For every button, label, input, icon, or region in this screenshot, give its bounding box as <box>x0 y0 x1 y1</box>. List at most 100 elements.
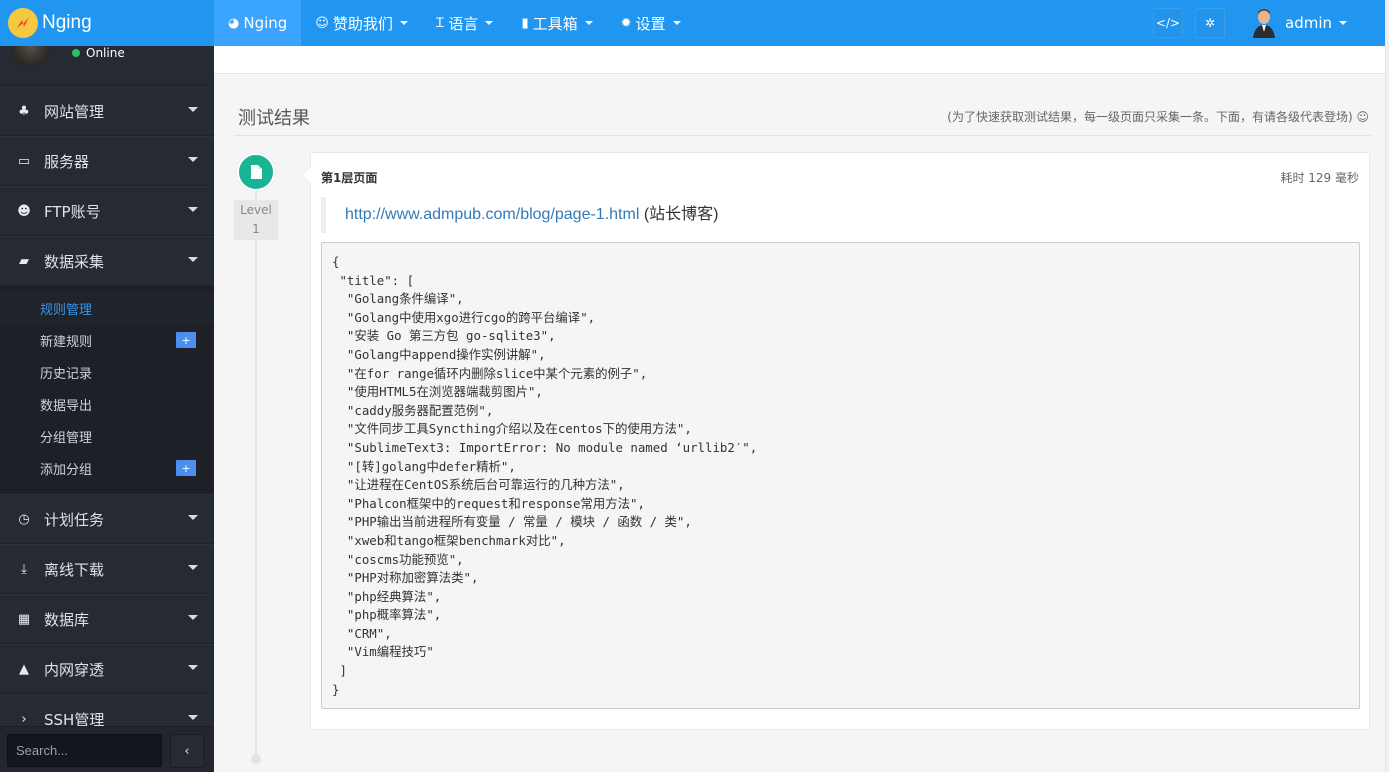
terminal-icon: › <box>21 711 27 727</box>
elapsed-time: 耗时 129 毫秒 <box>1280 171 1359 185</box>
caret-down-icon <box>399 21 408 25</box>
main-content: 测试结果 (为了快速获取测试结果，每一级页面只采集一条。下面，有请各级代表登场)… <box>214 46 1385 772</box>
road-icon: ▲ <box>19 661 29 677</box>
nav-label: 赞助我们 <box>332 14 393 33</box>
nav-label: 工具箱 <box>532 14 578 33</box>
source-url-quote: http://www.admpub.com/blog/page-1.html (… <box>321 197 719 233</box>
submenu-item-rules[interactable]: 规则管理 <box>0 292 214 324</box>
source-url-suffix: (站长博客) <box>643 206 719 223</box>
clock-icon: ◷ <box>18 511 30 527</box>
sidebar-item-collector[interactable]: ▰ 数据采集 <box>0 236 214 286</box>
caret-down-icon <box>188 715 198 720</box>
nav-item-settings[interactable]: ✹ 设置 <box>607 0 695 46</box>
submenu-label: 数据导出 <box>40 398 93 414</box>
submenu-item-history[interactable]: 历史记录 <box>0 356 214 388</box>
level-number: 1 <box>252 222 260 236</box>
table-icon: ▦ <box>17 611 31 627</box>
caret-down-icon <box>188 207 198 212</box>
debug-button[interactable]: ✲ <box>1195 8 1225 38</box>
sidebar-item-website[interactable]: ♣ 网站管理 <box>0 86 214 136</box>
caret-down-icon <box>485 21 494 25</box>
caret-down-icon <box>188 515 198 520</box>
source-url-link[interactable]: http://www.admpub.com/blog/page-1.html <box>345 206 639 223</box>
timeline-end-dot <box>251 754 261 764</box>
caret-down-icon <box>584 21 593 25</box>
nav-item-nging[interactable]: ◕ Nging <box>214 0 302 46</box>
user-name: admin <box>1285 14 1332 32</box>
nav-item-sponsor[interactable]: ☺ 赞助我们 <box>301 0 422 46</box>
sidebar-item-database[interactable]: ▦ 数据库 <box>0 594 214 644</box>
breadcrumb <box>214 46 1385 74</box>
nav-right: </> ✲ admin <box>1153 0 1385 46</box>
brand-name: Nging <box>42 12 92 33</box>
result-json: { "title": [ "Golang条件编译", "Golang中使用xgo… <box>321 242 1360 709</box>
menu-label: 数据库 <box>44 610 90 629</box>
menu-label: 离线下载 <box>44 560 105 579</box>
avatar <box>12 46 50 66</box>
caret-down-icon <box>188 665 198 670</box>
sidebar-search: Search... ‹ <box>0 726 214 772</box>
caret-down-icon <box>1339 21 1347 25</box>
add-group-button[interactable]: + <box>176 460 196 476</box>
search-input[interactable]: Search... <box>7 734 162 767</box>
suitcase-icon: ▮ <box>521 15 529 31</box>
brand[interactable]: Nging <box>0 0 214 46</box>
chevron-left-icon: ‹ <box>184 743 190 759</box>
submenu-label: 历史记录 <box>40 366 93 382</box>
submenu-item-groups[interactable]: 分组管理 <box>0 420 214 452</box>
user-menu[interactable]: admin <box>1251 8 1347 38</box>
status-text: Online <box>86 46 125 60</box>
nav-label: Nging <box>243 14 288 32</box>
file-icon <box>237 153 275 191</box>
sidebar-item-cron[interactable]: ◷ 计划任务 <box>0 494 214 544</box>
download-icon: ⤓ <box>21 561 27 577</box>
collapse-sidebar-button[interactable]: ‹ <box>170 734 204 768</box>
caret-down-icon <box>188 157 198 162</box>
section-note: (为了快速获取测试结果，每一级页面只采集一条。下面，有请各级代表登场) ☺ <box>947 110 1369 124</box>
sidebar-item-download[interactable]: ⤓ 离线下载 <box>0 544 214 594</box>
collector-submenu: 规则管理 新建规则 + 历史记录 数据导出 分组管理 添加分组 + <box>0 286 214 494</box>
nav-label: 设置 <box>635 14 666 33</box>
main-nav: ◕ Nging ☺ 赞助我们 Ꮖ 语言 ▮ 工具箱 ✹ 设置 <box>214 0 695 46</box>
menu-label: 网站管理 <box>44 102 105 121</box>
sidebar-user: Online <box>0 46 214 86</box>
submenu-label: 添加分组 <box>40 462 93 478</box>
timeline-panel: 第1层页面 耗时 129 毫秒 http://www.admpub.com/bl… <box>303 152 1370 730</box>
caret-down-icon <box>188 615 198 620</box>
menu-label: 服务器 <box>44 152 90 171</box>
top-navbar: Nging ◕ Nging ☺ 赞助我们 Ꮖ 语言 ▮ 工具箱 ✹ 设置 </>… <box>0 0 1385 46</box>
caret-down-icon <box>672 21 681 25</box>
code-button[interactable]: </> <box>1153 8 1183 38</box>
add-rule-button[interactable]: + <box>176 332 196 348</box>
submenu-label: 分组管理 <box>40 430 93 446</box>
menu-label: 内网穿透 <box>44 660 105 679</box>
timeline-line <box>255 156 257 760</box>
sidebar-item-server[interactable]: ▭ 服务器 <box>0 136 214 186</box>
submenu-item-new-rule[interactable]: 新建规则 + <box>0 324 214 356</box>
sidebar-item-tunnel[interactable]: ▲ 内网穿透 <box>0 644 214 694</box>
sitemap-icon: ♣ <box>18 103 30 119</box>
code-icon: </> <box>1155 16 1181 30</box>
smile-icon: ☺ <box>315 15 329 31</box>
caret-down-icon <box>188 107 198 112</box>
gear-icon: ✹ <box>620 15 632 31</box>
level-label: Level <box>240 203 272 217</box>
nav-item-language[interactable]: Ꮖ 语言 <box>422 0 508 46</box>
page-scrollbar[interactable] <box>1385 0 1389 772</box>
divider <box>234 135 1371 136</box>
menu-label: 计划任务 <box>44 510 105 529</box>
sidebar-item-ftp[interactable]: ☻ FTP账号 <box>0 186 214 236</box>
text-height-icon: Ꮖ <box>435 15 445 31</box>
submenu-item-export[interactable]: 数据导出 <box>0 388 214 420</box>
truck-icon: ▰ <box>19 253 29 269</box>
submenu-item-add-group[interactable]: 添加分组 + <box>0 452 214 484</box>
status-dot-icon <box>72 49 80 57</box>
submenu-label: 新建规则 <box>40 334 93 350</box>
online-status: Online <box>72 46 125 60</box>
menu-label: 数据采集 <box>44 252 105 271</box>
nav-item-toolbox[interactable]: ▮ 工具箱 <box>507 0 606 46</box>
lightning-bolt-icon <box>8 8 38 38</box>
level-badge: Level 1 <box>234 200 278 240</box>
nav-label: 语言 <box>448 14 479 33</box>
submenu-label: 规则管理 <box>40 302 93 318</box>
